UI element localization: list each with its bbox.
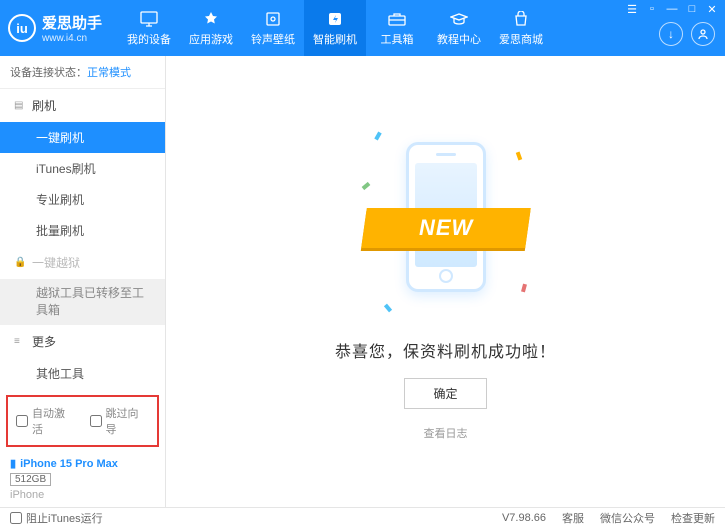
sidebar-section-jailbreak: 🔒一键越狱 xyxy=(0,246,165,279)
download-button[interactable]: ↓ xyxy=(659,22,683,46)
sidebar-item-download-firmware[interactable]: 下载固件 xyxy=(0,389,165,391)
user-button[interactable] xyxy=(691,22,715,46)
device-type: iPhone xyxy=(10,489,155,501)
sidebar-item-other-tools[interactable]: 其他工具 xyxy=(0,358,165,389)
connection-status: 设备连接状态：正常模式 xyxy=(0,56,165,89)
lock-icon: 🔒 xyxy=(14,257,26,268)
sidebar-item-pro-flash[interactable]: 专业刷机 xyxy=(0,184,165,215)
menu-icon[interactable]: ☰ xyxy=(623,2,641,16)
block-itunes-checkbox[interactable]: 阻止iTunes运行 xyxy=(10,510,103,526)
device-info: ▮iPhone 15 Pro Max 512GB iPhone xyxy=(0,451,165,507)
toolbox-icon xyxy=(387,10,407,28)
skip-guide-checkbox[interactable]: 跳过向导 xyxy=(90,405,150,437)
ringtone-icon xyxy=(263,10,283,28)
nav-apps-games[interactable]: 应用游戏 xyxy=(180,0,242,56)
sidebar-section-more[interactable]: ≡更多 xyxy=(0,325,165,358)
nav-toolbox[interactable]: 工具箱 xyxy=(366,0,428,56)
app-logo: iu 爱思助手 www.i4.cn xyxy=(8,12,102,44)
sidebar-item-batch-flash[interactable]: 批量刷机 xyxy=(0,215,165,246)
sidebar-item-oneclick-flash[interactable]: 一键刷机 xyxy=(0,122,165,153)
app-title: 爱思助手 xyxy=(42,12,102,33)
maximize-button[interactable]: □ xyxy=(683,2,701,16)
device-icon xyxy=(139,10,159,28)
options-highlighted-box: 自动激活 跳过向导 xyxy=(6,395,159,447)
tutorial-icon xyxy=(449,10,469,28)
sidebar-section-flash[interactable]: ▤刷机 xyxy=(0,89,165,122)
nav-smart-flash[interactable]: 智能刷机 xyxy=(304,0,366,56)
store-icon xyxy=(511,10,531,28)
success-illustration: NEW xyxy=(356,122,536,322)
main-content: NEW 恭喜您，保资料刷机成功啦！ 确定 查看日志 xyxy=(166,56,725,507)
nav-tutorials[interactable]: 教程中心 xyxy=(428,0,490,56)
version-label: V7.98.66 xyxy=(502,512,546,524)
nav-my-device[interactable]: 我的设备 xyxy=(118,0,180,56)
device-name[interactable]: ▮iPhone 15 Pro Max xyxy=(10,457,155,470)
apps-icon xyxy=(201,10,221,28)
nav-store[interactable]: 爱思商城 xyxy=(490,0,552,56)
main-nav: 我的设备 应用游戏 铃声壁纸 智能刷机 工具箱 教程中心 爱思商城 xyxy=(118,0,552,56)
success-message: 恭喜您，保资料刷机成功啦！ xyxy=(335,338,556,362)
more-icon: ≡ xyxy=(14,336,26,347)
wechat-link[interactable]: 微信公众号 xyxy=(600,510,655,526)
logo-icon: iu xyxy=(8,14,36,42)
sidebar: 设备连接状态：正常模式 ▤刷机 一键刷机 iTunes刷机 专业刷机 批量刷机 … xyxy=(0,56,166,507)
view-log-link[interactable]: 查看日志 xyxy=(424,425,468,441)
skin-icon[interactable]: ▫ xyxy=(643,2,661,16)
phone-icon: ▮ xyxy=(10,457,16,470)
sidebar-item-itunes-flash[interactable]: iTunes刷机 xyxy=(0,153,165,184)
list-icon: ▤ xyxy=(14,100,26,111)
flash-icon xyxy=(325,10,345,28)
app-url: www.i4.cn xyxy=(42,33,102,44)
footer: 阻止iTunes运行 V7.98.66 客服 微信公众号 检查更新 xyxy=(0,507,725,527)
auto-activate-checkbox[interactable]: 自动激活 xyxy=(16,405,76,437)
support-link[interactable]: 客服 xyxy=(562,510,584,526)
new-banner: NEW xyxy=(418,215,472,241)
sidebar-jailbreak-note: 越狱工具已转移至工具箱 xyxy=(0,279,165,325)
ok-button[interactable]: 确定 xyxy=(404,378,486,409)
check-update-link[interactable]: 检查更新 xyxy=(671,510,715,526)
close-button[interactable]: ✕ xyxy=(703,2,721,16)
nav-ringtones[interactable]: 铃声壁纸 xyxy=(242,0,304,56)
storage-badge: 512GB xyxy=(10,473,51,486)
minimize-button[interactable]: — xyxy=(663,2,681,16)
app-header: iu 爱思助手 www.i4.cn 我的设备 应用游戏 铃声壁纸 智能刷机 工具… xyxy=(0,0,725,56)
